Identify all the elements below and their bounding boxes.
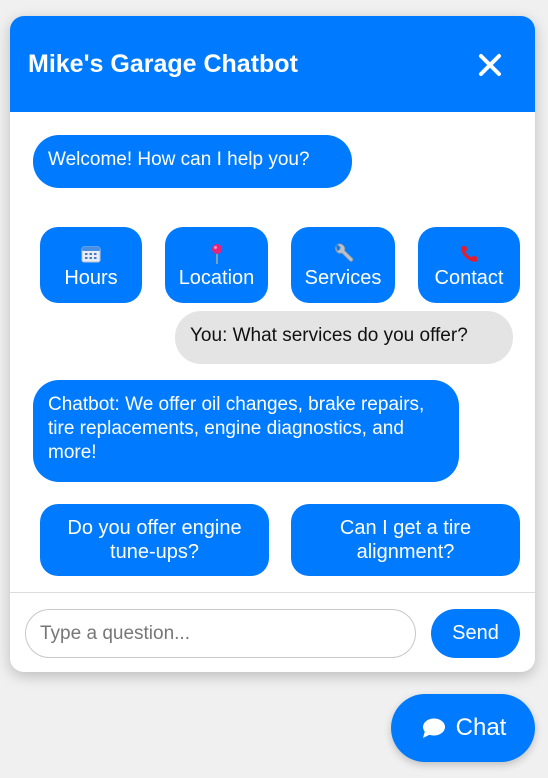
composer: Send [10,592,535,672]
chatbot-window: Mike's Garage Chatbot Welcome! How can I… [10,16,535,672]
wrench-icon [335,243,354,262]
quick-reply-label: Services [304,267,382,289]
chat-header: Mike's Garage Chatbot [10,16,535,112]
bot-message: Welcome! How can I help you? [33,135,352,188]
chat-launcher-button[interactable]: Chat [391,694,535,762]
quick-reply-label: Location [178,267,255,289]
close-button[interactable] [475,50,505,80]
quick-reply-label: Contact [434,267,504,289]
user-message: You: What services do you offer? [175,311,513,364]
quick-reply-contact[interactable]: Contact [418,227,520,303]
close-icon [479,54,501,76]
question-input[interactable] [25,609,416,658]
chat-title: Mike's Garage Chatbot [28,50,298,78]
suggestion-tire-alignment[interactable]: Can I get a tire alignment? [291,504,520,576]
speech-bubble-icon [422,718,445,738]
send-button[interactable]: Send [431,609,520,658]
phone-icon [461,246,477,262]
pushpin-icon [211,244,222,264]
quick-reply-location[interactable]: Location [165,227,268,303]
quick-reply-label: Hours [64,267,118,289]
bot-message: Chatbot: We offer oil changes, brake rep… [33,380,459,482]
suggestion-engine-tune-ups[interactable]: Do you offer engine tune-ups? [40,504,269,576]
calendar-icon [81,246,101,263]
quick-reply-services[interactable]: Services [291,227,395,303]
chat-launcher-label: Chat [455,714,507,741]
quick-reply-hours[interactable]: Hours [40,227,142,303]
message-list: Welcome! How can I help you? Hours Locat… [10,112,535,592]
